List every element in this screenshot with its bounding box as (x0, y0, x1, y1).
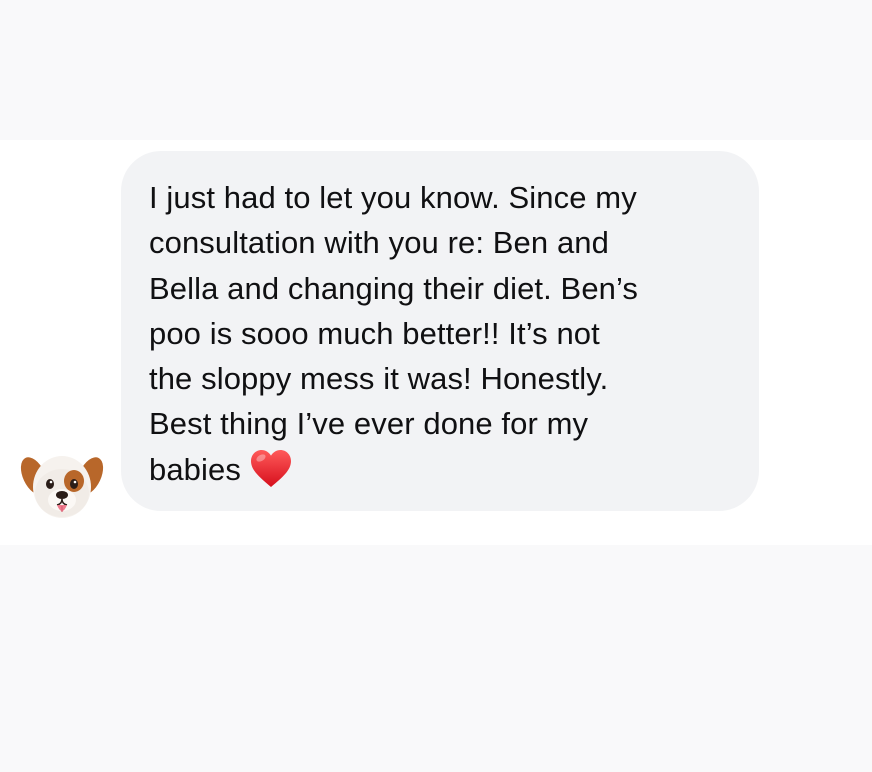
message-text: I just had to let you know. Since my con… (149, 175, 739, 492)
red-heart-icon (250, 449, 291, 487)
top-band (0, 0, 872, 140)
message-body: I just had to let you know. Since my con… (149, 180, 639, 487)
bottom-band (0, 545, 872, 772)
message-bubble[interactable]: I just had to let you know. Since my con… (121, 151, 759, 511)
dog-face-icon (20, 443, 104, 527)
